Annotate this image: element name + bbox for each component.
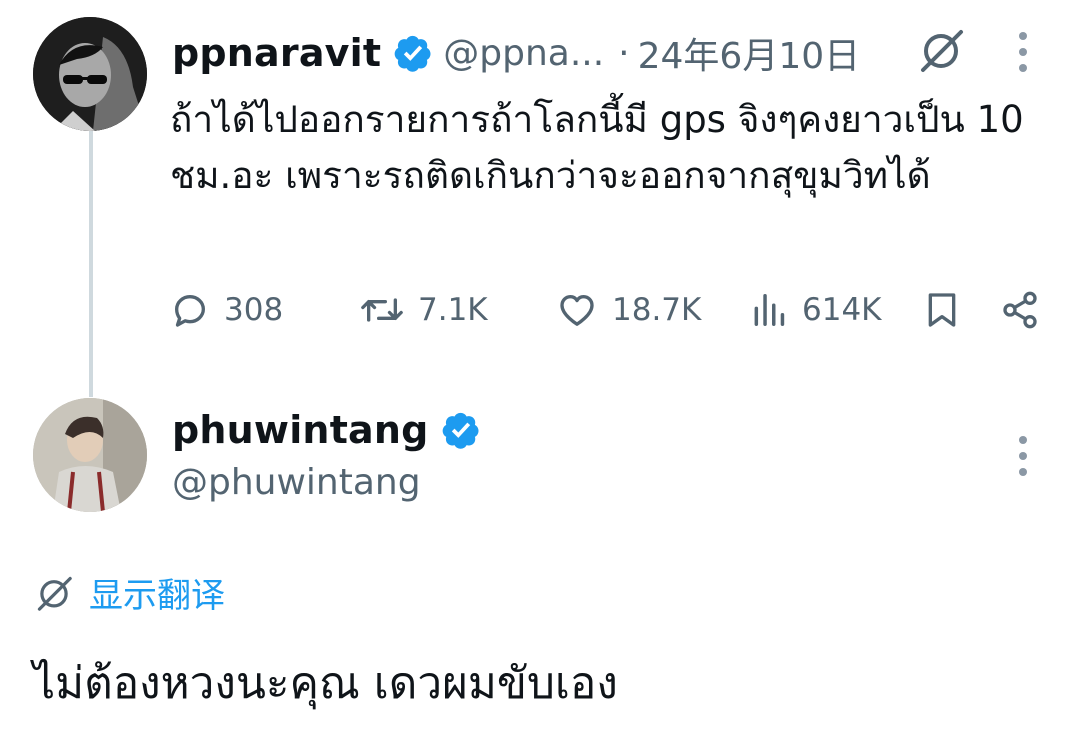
thread-connector-line	[89, 131, 93, 397]
share-button[interactable]	[1000, 282, 1040, 338]
views-icon	[754, 294, 785, 326]
bookmark-icon	[928, 293, 956, 327]
more-icon[interactable]	[1013, 430, 1033, 482]
view-count: 614K	[802, 292, 882, 328]
reply-header: phuwintang	[172, 402, 491, 458]
reply-button[interactable]: 308	[170, 282, 283, 338]
reply-count: 308	[224, 292, 284, 328]
like-count: 18.7K	[612, 292, 702, 328]
reply-author-name[interactable]: phuwintang	[172, 408, 429, 452]
grok-icon[interactable]	[915, 24, 967, 76]
like-button[interactable]: 18.7K	[556, 282, 701, 338]
retweet-icon	[361, 298, 403, 322]
more-icon[interactable]	[1013, 26, 1033, 78]
verified-badge-icon	[442, 412, 479, 449]
author-handle[interactable]: @ppna...	[443, 33, 604, 74]
avatar-phuwintang[interactable]	[33, 398, 147, 512]
verified-badge-icon	[394, 35, 431, 72]
like-icon	[560, 295, 594, 326]
reply-author-handle[interactable]: @phuwintang	[172, 462, 421, 503]
avatar-image	[33, 398, 147, 512]
retweet-button[interactable]: 7.1K	[360, 282, 488, 338]
bookmark-button[interactable]	[922, 282, 962, 338]
views-button[interactable]: 614K	[750, 282, 882, 338]
tweet-action-bar: 308 7.1K 18.7K 614K	[170, 282, 1050, 338]
reply-icon	[175, 295, 205, 327]
retweet-count: 7.1K	[418, 292, 488, 328]
tweet-date[interactable]: 24年6月10日	[638, 27, 861, 79]
reply-text: ไม่ต้องหวงนะคุณ เดวผมขับเอง	[33, 658, 618, 709]
tweet-header: ppnaravit @ppna... · 24年6月10日	[172, 24, 860, 82]
share-icon	[1003, 291, 1037, 329]
tweet-text: ถ้าได้ไปออกรายการถ้าโลกนี้มี gps จิงๆคงย…	[170, 98, 1024, 197]
avatar-image	[33, 17, 147, 131]
avatar-ppnaravit[interactable]	[33, 17, 147, 131]
show-translation-label: 显示翻译	[89, 576, 225, 616]
show-translation-button[interactable]: 显示翻译	[33, 568, 225, 617]
translate-icon	[37, 576, 72, 611]
separator-dot: ·	[618, 32, 630, 74]
author-name[interactable]: ppnaravit	[172, 31, 381, 75]
